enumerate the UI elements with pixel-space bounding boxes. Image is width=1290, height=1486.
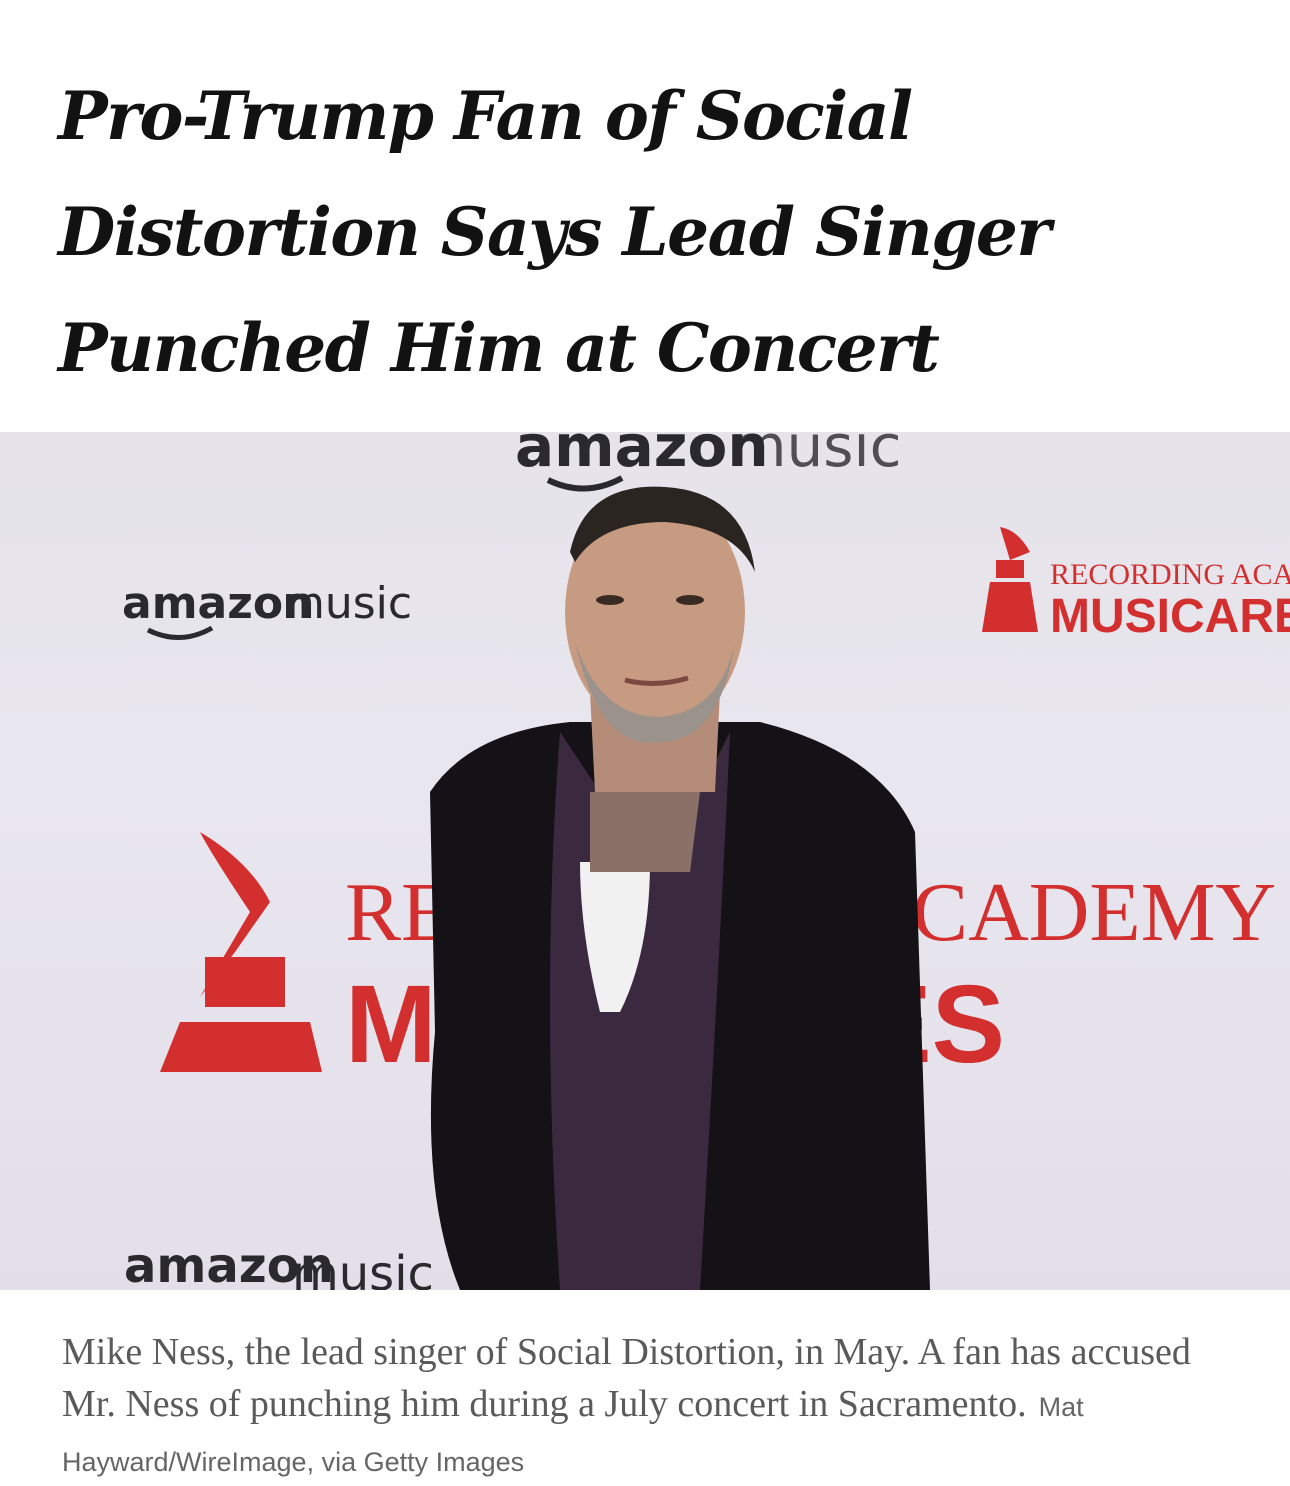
- person-figure: [430, 486, 930, 1290]
- article-photo: amazon music amazon music amazon music R…: [0, 432, 1290, 1290]
- svg-text:RECORDING ACADEMY: RECORDING ACADEMY: [1050, 558, 1290, 591]
- musicares-logo-right: RECORDING ACADEMY MUSICARES: [982, 527, 1290, 643]
- amazon-music-logo-bottom: amazon music: [124, 1238, 434, 1290]
- amazon-music-logo-left: amazon music: [122, 578, 412, 641]
- photo-illustration: amazon music amazon music amazon music R…: [122, 432, 1290, 1290]
- caption-text: Mike Ness, the lead singer of Social Dis…: [62, 1331, 1191, 1425]
- photo-caption: Mike Ness, the lead singer of Social Dis…: [62, 1326, 1242, 1486]
- svg-text:music: music: [730, 432, 901, 480]
- svg-text:MUSICARES: MUSICARES: [1050, 590, 1290, 643]
- svg-text:music: music: [282, 578, 412, 629]
- headline: Pro-Trump Fan of Social Distortion Says …: [58, 77, 1051, 387]
- svg-text:music: music: [292, 1246, 434, 1290]
- amazon-music-logo-top: amazon music: [515, 432, 901, 492]
